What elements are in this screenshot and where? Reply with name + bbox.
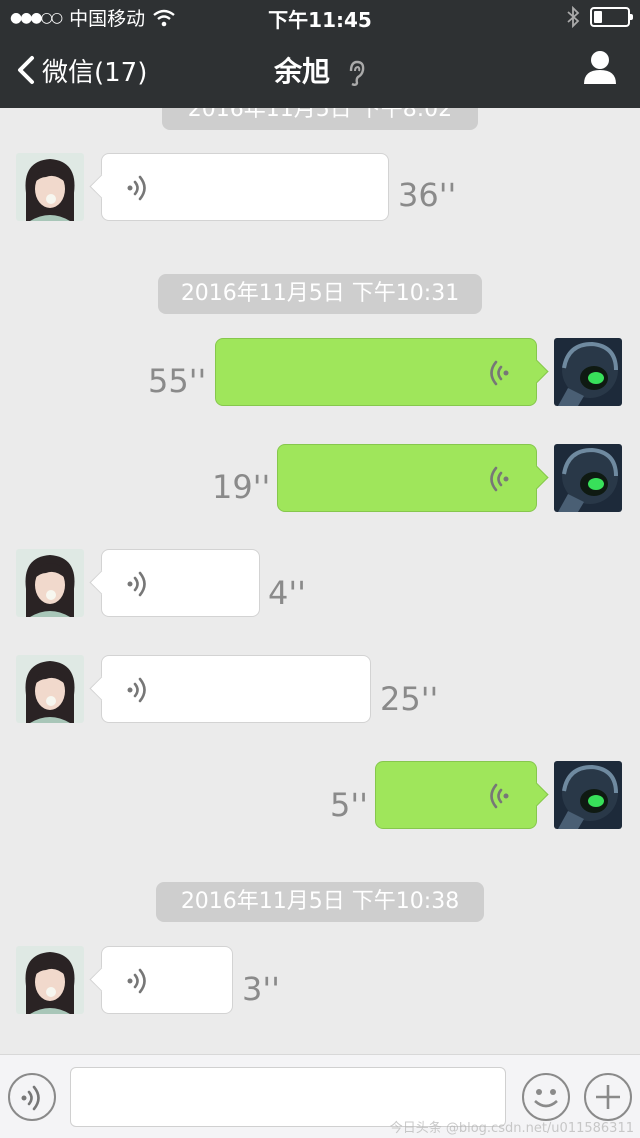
- voice-duration: 4'': [268, 574, 306, 612]
- voice-wave-icon: [484, 782, 510, 810]
- voice-wave-icon: [126, 676, 152, 704]
- watermark: 今日头条 @blog.csdn.net/u011586311: [389, 1121, 634, 1136]
- voice-duration: 25'': [380, 680, 439, 718]
- contact-avatar[interactable]: [16, 153, 84, 221]
- voice-wave-icon: [126, 174, 152, 202]
- voice-duration: 55'': [148, 362, 207, 400]
- more-button[interactable]: [584, 1073, 632, 1121]
- status-bar: ●●●○○ 中国移动 下午11:45: [0, 0, 640, 34]
- voice-message-bubble[interactable]: [101, 549, 260, 617]
- voice-duration: 19'': [212, 468, 271, 506]
- contact-avatar[interactable]: [16, 549, 84, 617]
- voice-message-bubble[interactable]: [101, 153, 389, 221]
- chat-area[interactable]: 2016年11月5日 下午8:02 36'' 2016年11月5日 下午10:3…: [0, 108, 640, 1054]
- chat-title-text: 余旭: [274, 55, 331, 88]
- voice-wave-icon: [126, 967, 152, 995]
- emoji-button[interactable]: [522, 1073, 570, 1121]
- voice-message-bubble[interactable]: [277, 444, 537, 512]
- emoji-icon: [534, 1089, 558, 1108]
- my-avatar[interactable]: [554, 761, 622, 829]
- timestamp-label: 2016年11月5日 下午8:02: [162, 108, 478, 130]
- voice-duration: 5'': [330, 786, 368, 824]
- voice-wave-icon: [484, 465, 510, 493]
- status-right: [566, 6, 633, 28]
- voice-message-bubble[interactable]: [375, 761, 537, 829]
- voice-message-bubble[interactable]: [215, 338, 537, 406]
- voice-wave-icon: [20, 1084, 46, 1112]
- timestamp-label: 2016年11月5日 下午10:31: [158, 274, 482, 314]
- timestamp-label: 2016年11月5日 下午10:38: [156, 882, 484, 922]
- my-avatar[interactable]: [554, 338, 622, 406]
- status-time: 下午11:45: [268, 8, 372, 32]
- plus-icon: [596, 1085, 620, 1109]
- top-bar: ●●●○○ 中国移动 下午11:45 微信(17) 余旭: [0, 0, 640, 108]
- bluetooth-icon: [567, 6, 580, 28]
- voice-wave-icon: [126, 570, 152, 598]
- nav-bar: 微信(17) 余旭: [0, 40, 640, 104]
- voice-duration: 36'': [398, 176, 457, 214]
- voice-message-bubble[interactable]: [101, 655, 371, 723]
- contact-profile-icon[interactable]: [582, 48, 618, 88]
- voice-wave-icon: [484, 359, 510, 387]
- input-bar: 今日头条 @blog.csdn.net/u011586311: [0, 1054, 640, 1138]
- chat-title: 余旭: [0, 50, 640, 90]
- voice-input-button[interactable]: [8, 1073, 56, 1121]
- contact-avatar[interactable]: [16, 946, 84, 1014]
- ear-icon: [349, 60, 365, 86]
- contact-avatar[interactable]: [16, 655, 84, 723]
- voice-duration: 3'': [242, 970, 280, 1008]
- battery-icon: [590, 7, 633, 27]
- voice-message-bubble[interactable]: [101, 946, 233, 1014]
- my-avatar[interactable]: [554, 444, 622, 512]
